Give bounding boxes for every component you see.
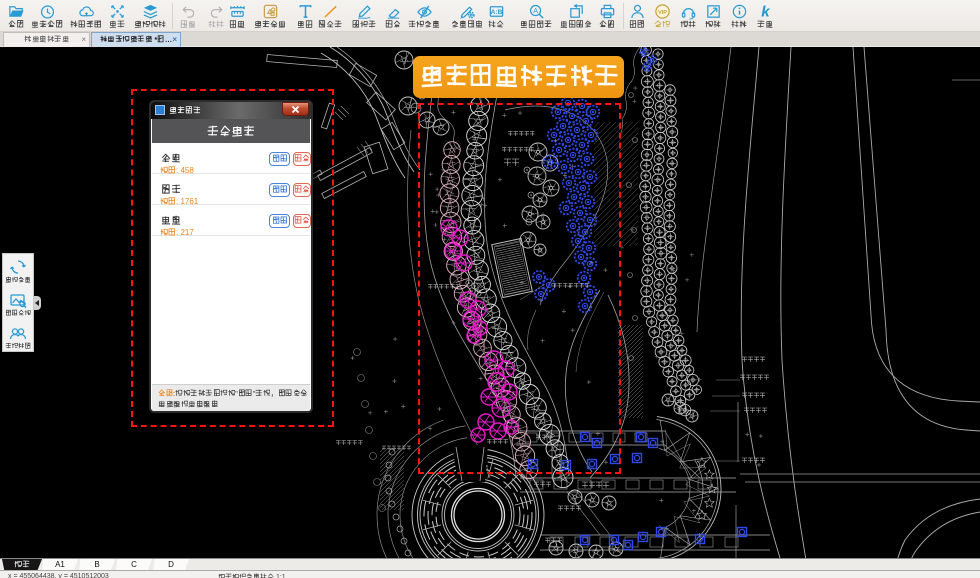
svg-text:VIP: VIP bbox=[657, 10, 666, 16]
svg-text:k: k bbox=[761, 4, 771, 20]
svg-text:A:B: A:B bbox=[490, 9, 502, 16]
svg-text:A: A bbox=[533, 7, 538, 15]
